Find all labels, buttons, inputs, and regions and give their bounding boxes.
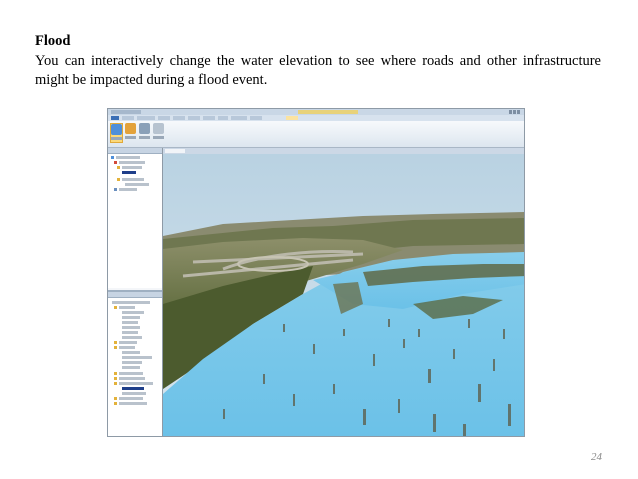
tool-icon	[153, 123, 164, 134]
catalog-row	[122, 366, 140, 369]
catalog-row	[122, 361, 142, 364]
quick-access-toolbar	[111, 110, 141, 114]
ribbon-tab	[231, 116, 247, 120]
ribbon-tab	[203, 116, 215, 120]
catalog-row	[119, 341, 137, 344]
catalog-row	[112, 301, 150, 304]
ribbon-toolbar	[108, 121, 524, 148]
catalog-row	[122, 331, 138, 334]
folder-icon	[114, 341, 117, 344]
catalog-row	[122, 321, 138, 324]
app-screenshot	[107, 108, 525, 437]
tree-row-selected	[122, 171, 136, 174]
left-panel	[108, 148, 163, 436]
3d-viewer	[163, 148, 524, 436]
flood-scene	[163, 154, 524, 436]
catalog-row	[119, 397, 143, 400]
slide-heading: Flood	[35, 33, 71, 49]
catalog-row	[122, 316, 140, 319]
flood-icon	[111, 124, 122, 135]
tree-row	[125, 183, 149, 186]
catalog-row	[122, 351, 140, 354]
catalog-row	[119, 402, 147, 405]
slide-body-text: You can interactively change the water e…	[35, 53, 601, 88]
catalog-row-selected	[122, 387, 144, 390]
tab-analysis-active	[286, 116, 298, 120]
folder-icon	[114, 382, 117, 385]
ribbon-button	[124, 123, 137, 143]
window-controls	[508, 110, 522, 114]
globe-icon	[111, 156, 114, 159]
catalog-row	[122, 336, 142, 339]
folder-icon	[114, 397, 117, 400]
catalog-row	[122, 356, 152, 359]
ribbon-tab	[218, 116, 228, 120]
catalog-row	[119, 382, 153, 385]
tree-row	[122, 178, 144, 181]
ribbon-tab	[122, 116, 134, 120]
catalog-row	[122, 311, 144, 314]
catalog-panel	[108, 290, 162, 436]
catalog-row	[122, 326, 140, 329]
ribbon-button	[138, 123, 151, 143]
folder-icon	[114, 346, 117, 349]
contextual-tab-group	[298, 110, 358, 114]
tree-row	[119, 161, 145, 164]
catalog-row	[119, 306, 135, 309]
tab-file	[111, 116, 119, 120]
folder-icon	[114, 306, 117, 309]
terrain-icon	[125, 123, 136, 134]
ribbon-tab	[188, 116, 200, 120]
catalog-row	[119, 346, 135, 349]
catalog-row	[119, 377, 145, 380]
ribbon-button	[152, 123, 165, 143]
view-icon	[139, 123, 150, 134]
ribbon-tab	[158, 116, 170, 120]
folder-icon	[117, 178, 120, 181]
layer-icon	[114, 161, 117, 164]
folder-icon	[117, 166, 120, 169]
folder-icon	[114, 372, 117, 375]
ribbon-tab	[137, 116, 155, 120]
layer-tree	[108, 148, 162, 288]
ribbon-tab	[173, 116, 185, 120]
catalog-row	[119, 372, 143, 375]
tree-row	[122, 166, 142, 169]
tree-row	[119, 188, 137, 191]
folder-icon	[114, 402, 117, 405]
catalog-row	[122, 392, 146, 395]
ribbon-button-flood	[110, 123, 123, 143]
ribbon-tab	[250, 116, 262, 120]
folder-icon	[114, 377, 117, 380]
page-number: 24	[591, 451, 602, 463]
tree-row	[116, 156, 140, 159]
layer-icon	[114, 188, 117, 191]
